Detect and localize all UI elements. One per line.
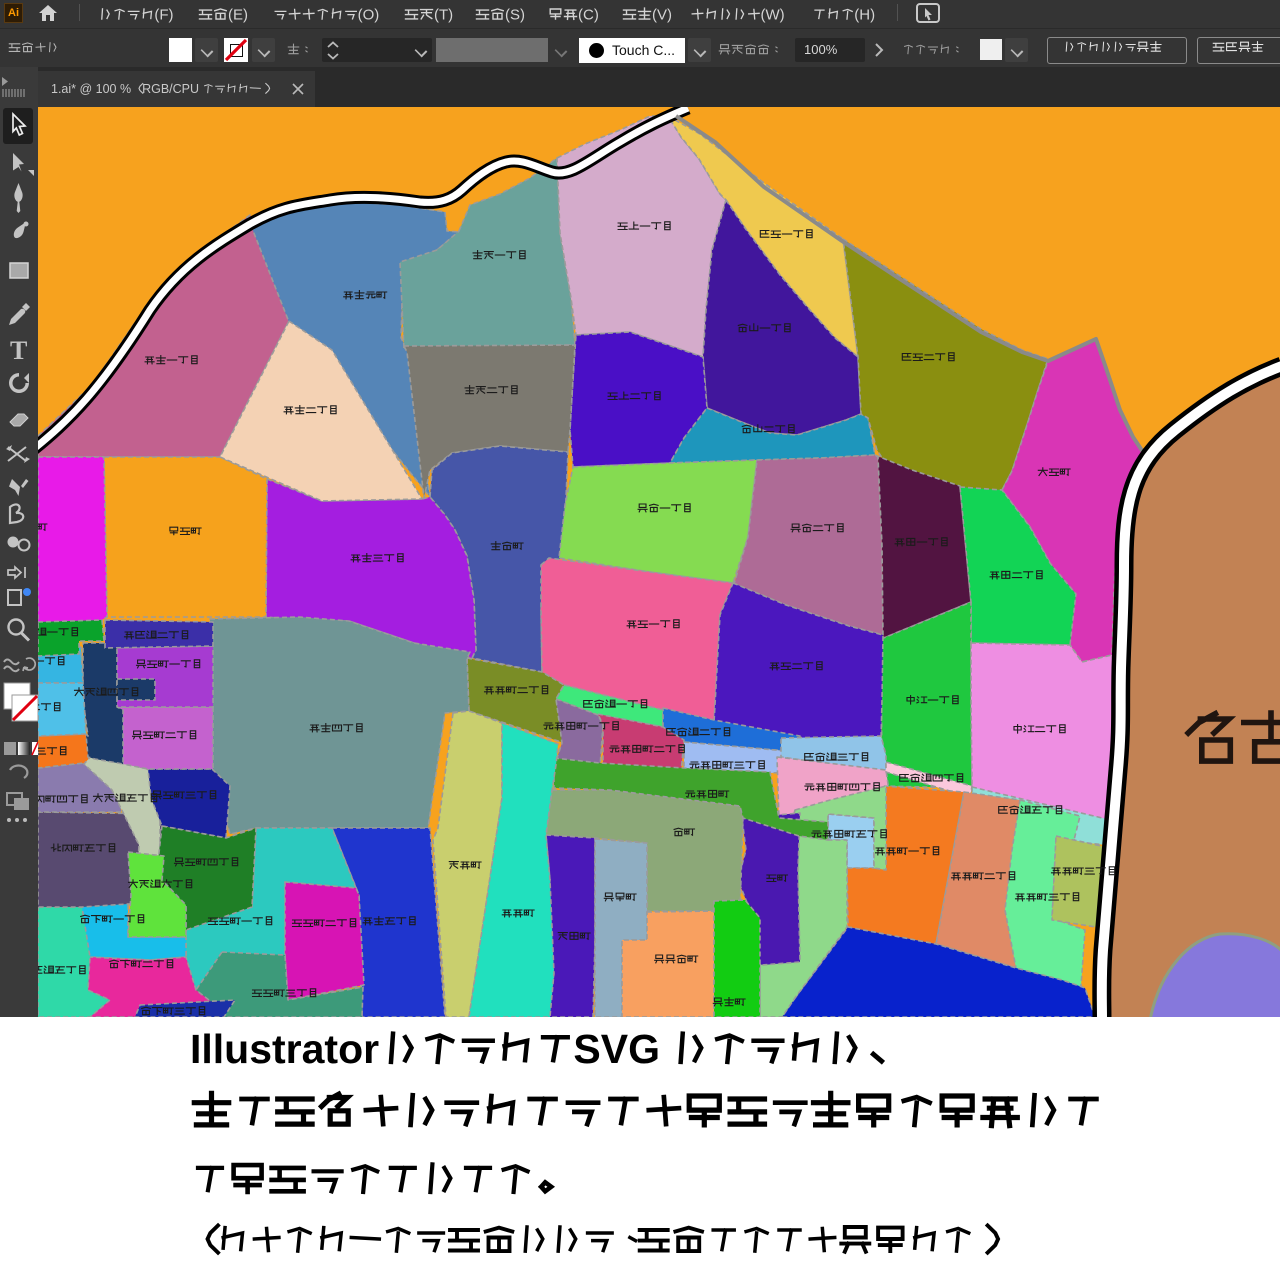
svg-text:Illustrator: Illustrator	[190, 1026, 379, 1072]
svg-text:(V): (V)	[652, 7, 672, 24]
svg-text:(C): (C)	[578, 7, 599, 24]
svg-text:(H): (H)	[854, 7, 875, 24]
svg-text:(E): (E)	[228, 7, 248, 24]
svg-text:(W): (W)	[761, 7, 785, 24]
svg-text:SVG: SVG	[573, 1026, 660, 1072]
svg-text:(T): (T)	[434, 7, 453, 24]
svg-text:(S): (S)	[505, 7, 525, 24]
svg-text:(F): (F)	[154, 7, 173, 24]
svg-text:(O): (O)	[358, 7, 380, 24]
svg-text:RGB/CPU: RGB/CPU	[142, 82, 199, 96]
svg-text:1.ai* @ 100 %: 1.ai* @ 100 %	[51, 82, 131, 96]
